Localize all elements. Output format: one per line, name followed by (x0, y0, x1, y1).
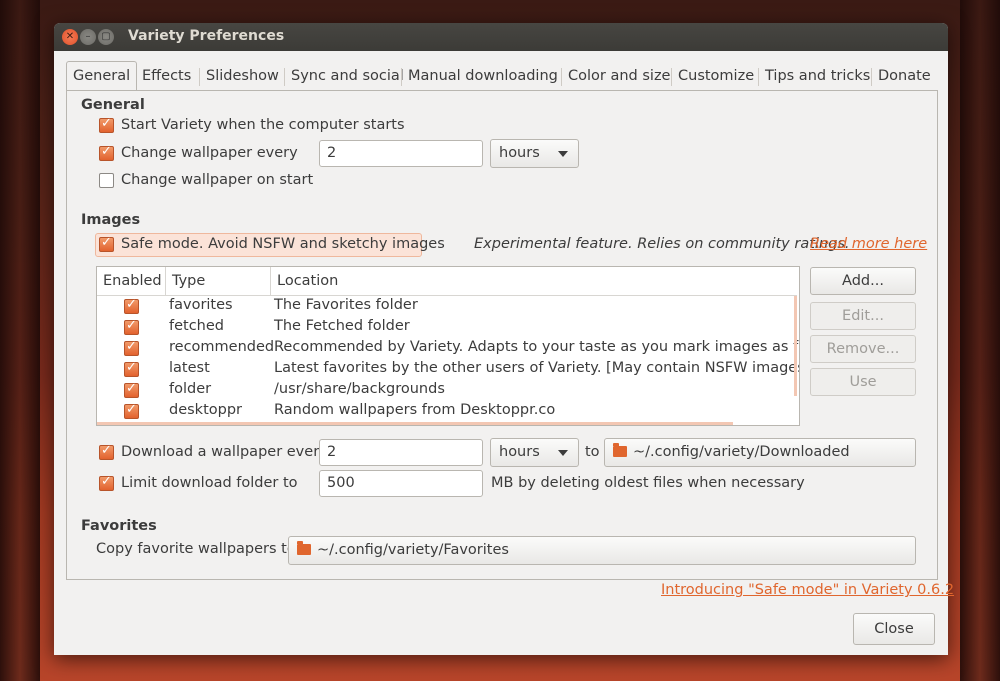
tab-customize[interactable]: Customize (678, 62, 754, 90)
maximize-icon[interactable]: ▢ (98, 29, 114, 45)
source-type: favorites (169, 297, 233, 313)
folder-icon (297, 541, 311, 555)
change-on-start-label: Change wallpaper on start (121, 172, 314, 188)
background-tree (0, 0, 40, 681)
change-on-start-checkbox[interactable] (99, 173, 114, 188)
source-type: folder (169, 381, 212, 397)
source-location: The Favorites folder (274, 297, 418, 313)
column-separator (165, 267, 166, 295)
edit-source-button[interactable]: Edit... (810, 302, 916, 330)
start-on-login-checkbox[interactable] (99, 116, 114, 133)
change-unit-value: hours (499, 145, 540, 161)
images-section-header: Images (81, 212, 141, 228)
change-every-checkbox[interactable] (99, 144, 114, 161)
source-enabled-checkbox[interactable] (124, 318, 139, 335)
tab-separator (871, 68, 872, 86)
experimental-note: Experimental feature. Relies on communit… (474, 236, 850, 252)
close-button[interactable]: Close (853, 613, 935, 645)
use-source-button[interactable]: Use (810, 368, 916, 396)
download-label: Download a wallpaper every (121, 444, 328, 460)
table-row[interactable]: recommended Recommended by Variety. Adap… (97, 338, 800, 359)
favorites-section-header: Favorites (81, 518, 157, 534)
table-row[interactable]: folder /usr/share/backgrounds (97, 380, 797, 401)
limit-label: Limit download folder to (121, 475, 298, 491)
column-separator (270, 267, 271, 295)
source-enabled-checkbox[interactable] (124, 381, 139, 398)
tab-slideshow[interactable]: Slideshow (206, 62, 279, 90)
image-sources-list[interactable]: Enabled Type Location favorites The Favo… (96, 266, 800, 426)
source-enabled-checkbox[interactable] (124, 339, 139, 356)
add-source-button[interactable]: Add... (810, 267, 916, 295)
start-on-login-label: Start Variety when the computer starts (121, 117, 405, 133)
source-enabled-checkbox[interactable] (124, 297, 139, 314)
tab-separator (561, 68, 562, 86)
tab-separator (284, 68, 285, 86)
column-enabled[interactable]: Enabled (103, 267, 162, 295)
remove-source-button[interactable]: Remove... (810, 335, 916, 363)
intro-safe-mode-link[interactable]: Introducing "Safe mode" in Variety 0.6.2 (661, 582, 954, 598)
favorites-copy-label: Copy favorite wallpapers to (96, 541, 296, 557)
read-more-link[interactable]: Read more here (810, 236, 927, 252)
tab-separator (199, 68, 200, 86)
tab-donate[interactable]: Donate (878, 62, 931, 90)
download-unit-value: hours (499, 444, 540, 460)
source-type: desktoppr (169, 402, 243, 418)
limit-checkbox[interactable] (99, 474, 114, 491)
column-type[interactable]: Type (172, 267, 205, 295)
change-interval-input[interactable]: 2 (319, 140, 483, 167)
tab-tips-and-tricks[interactable]: Tips and tricks (765, 62, 870, 90)
horizontal-scrollbar[interactable] (97, 422, 733, 425)
table-row[interactable]: fetched The Fetched folder (97, 317, 797, 338)
tab-color-and-size[interactable]: Color and size (568, 62, 670, 90)
chevron-down-icon (558, 151, 568, 157)
source-location: /usr/share/backgrounds (274, 381, 445, 397)
download-checkbox[interactable] (99, 443, 114, 460)
download-unit-select[interactable]: hours (490, 438, 579, 467)
source-location: Latest favorites by the other users of V… (274, 360, 800, 376)
source-type: fetched (169, 318, 224, 334)
source-location: Random wallpapers from Desktoppr.co (274, 402, 556, 418)
source-type: recommended (169, 339, 275, 355)
source-location: The Fetched folder (274, 318, 410, 334)
safe-mode-label: Safe mode. Avoid NSFW and sketchy images (121, 236, 445, 252)
general-section-header: General (81, 97, 145, 113)
table-row[interactable]: latest Latest favorites by the other use… (97, 359, 800, 380)
chevron-down-icon (558, 450, 568, 456)
folder-icon (613, 443, 627, 457)
limit-suffix-label: MB by deleting oldest files when necessa… (491, 475, 805, 491)
tab-separator (401, 68, 402, 86)
vertical-scrollbar[interactable] (794, 296, 797, 396)
source-enabled-checkbox[interactable] (124, 360, 139, 377)
change-every-label: Change wallpaper every (121, 145, 298, 161)
tab-sync-and-social[interactable]: Sync and social (291, 62, 404, 90)
favorites-folder-chooser[interactable]: ~/.config/variety/Favorites (288, 536, 916, 565)
column-location[interactable]: Location (277, 267, 338, 295)
download-interval-input[interactable]: 2 (319, 439, 483, 466)
favorites-folder-path: ~/.config/variety/Favorites (317, 542, 509, 558)
table-row[interactable]: favorites The Favorites folder (97, 296, 797, 317)
change-unit-select[interactable]: hours (490, 139, 579, 168)
tab-effects[interactable]: Effects (142, 62, 191, 90)
close-window-icon[interactable]: ✕ (62, 29, 78, 45)
safe-mode-checkbox[interactable] (99, 235, 114, 252)
download-folder-chooser[interactable]: ~/.config/variety/Downloaded (604, 438, 916, 467)
titlebar: ✕ – ▢ Variety Preferences (54, 23, 948, 51)
download-folder-path: ~/.config/variety/Downloaded (633, 444, 850, 460)
source-location: Recommended by Variety. Adapts to your t… (274, 339, 800, 355)
background-tree (960, 0, 1000, 681)
source-type: latest (169, 360, 210, 376)
source-enabled-checkbox[interactable] (124, 402, 139, 419)
tab-separator (758, 68, 759, 86)
tab-general[interactable]: General (66, 61, 138, 91)
limit-size-input[interactable]: 500 (319, 470, 483, 497)
tab-manual-downloading[interactable]: Manual downloading (408, 62, 558, 90)
table-row[interactable]: desktoppr Random wallpapers from Desktop… (97, 401, 797, 422)
tab-separator (671, 68, 672, 86)
window-title: Variety Preferences (128, 28, 285, 44)
download-to-label: to (585, 444, 600, 460)
minimize-icon[interactable]: – (80, 29, 96, 45)
